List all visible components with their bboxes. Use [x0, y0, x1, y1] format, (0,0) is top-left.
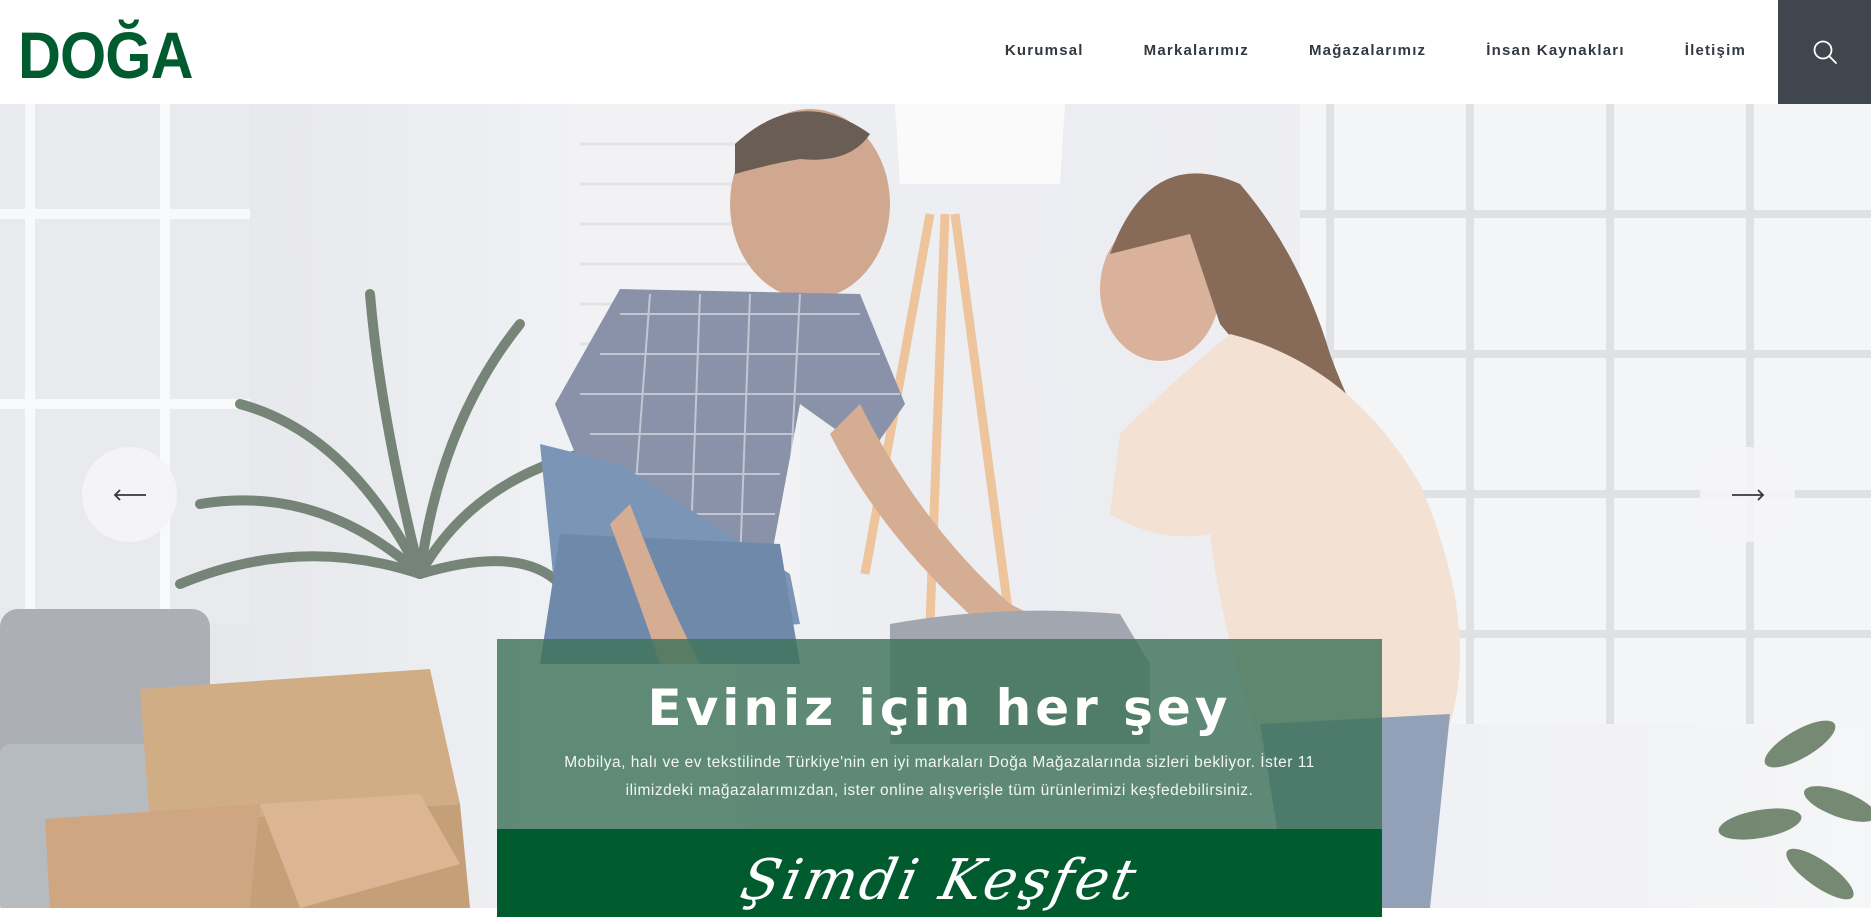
site-header: DOĞA Kurumsal Markalarımız Mağazalarımız… [0, 0, 1871, 104]
nav-item-iletisim[interactable]: İletişim [1685, 42, 1746, 59]
hero-title: Eviniz için her şey [647, 679, 1232, 737]
arrow-right-icon [1731, 488, 1764, 501]
nav-item-kurumsal[interactable]: Kurumsal [1005, 42, 1084, 59]
hero-description: Mobilya, halı ve ev tekstilinde Türkiye'… [564, 754, 1315, 799]
nav-item-markalarimiz[interactable]: Markalarımız [1144, 42, 1249, 59]
nav-item-insan-kaynaklari[interactable]: İnsan Kaynakları [1486, 42, 1624, 59]
hero-caption: Eviniz için her şey Mobilya, halı ve ev … [497, 639, 1382, 829]
arrow-left-icon [113, 488, 146, 501]
prev-slide-button[interactable] [82, 447, 177, 542]
next-slide-button[interactable] [1700, 447, 1795, 542]
discover-label: Şimdi Keşfet [734, 847, 1145, 913]
nav-item-magazalarimiz[interactable]: Mağazalarımız [1309, 42, 1426, 59]
discover-button[interactable]: Şimdi Keşfet [497, 829, 1382, 917]
search-icon [1813, 40, 1837, 64]
doga-logo[interactable]: DOĞA [18, 22, 193, 88]
main-nav: Kurumsal Markalarımız Mağazalarımız İnsa… [1005, 0, 1746, 100]
search-button[interactable] [1778, 0, 1871, 104]
